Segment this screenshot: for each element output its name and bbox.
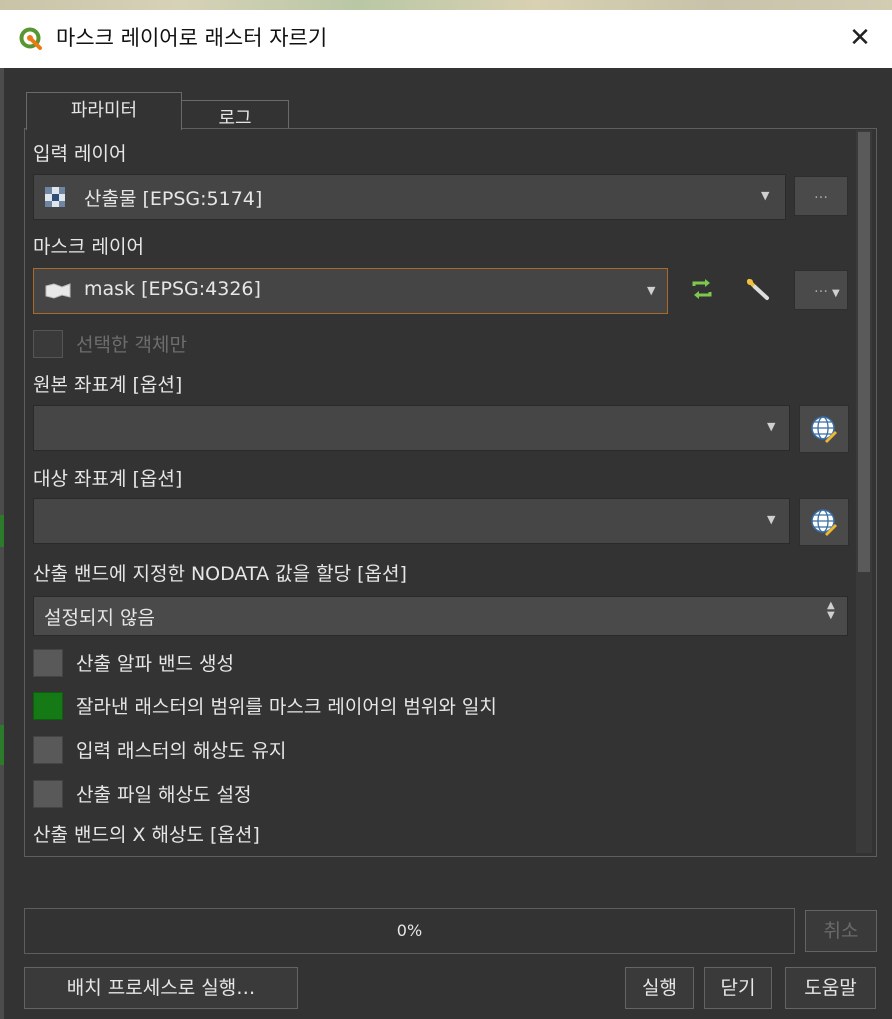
close-button[interactable]: 닫기 <box>704 967 772 1009</box>
alpha-band-label: 산출 알파 밴드 생성 <box>76 653 234 675</box>
target-crs-label: 대상 좌표계 [옵션] <box>33 468 183 490</box>
help-button[interactable]: 도움말 <box>785 967 876 1009</box>
spin-arrows-icon[interactable]: ▲ ▼ <box>827 601 835 621</box>
set-resolution-label: 산출 파일 해상도 설정 <box>76 784 252 806</box>
target-crs-combo[interactable]: ▼ <box>33 498 790 544</box>
selected-only-label: 선택한 객체만 <box>76 334 187 356</box>
mask-layer-value: mask [EPSG:4326] <box>84 278 261 300</box>
raster-layer-icon <box>45 187 65 207</box>
polygon-layer-icon <box>45 283 71 299</box>
title-bar: 마스크 레이어로 래스터 자르기 ✕ <box>0 0 892 68</box>
mask-layer-label: 마스크 레이어 <box>33 236 144 258</box>
chevron-down-icon: ▼ <box>767 420 776 433</box>
crop-to-cutline-label: 잘라낸 래스터의 범위를 마스크 레이어의 범위와 일치 <box>76 696 497 718</box>
crop-to-cutline-checkbox[interactable] <box>33 692 63 720</box>
run-as-batch-button[interactable]: 배치 프로세스로 실행… <box>24 967 298 1009</box>
mask-layer-browse-button[interactable]: … ▼ <box>794 270 848 310</box>
qgis-logo-icon <box>19 27 42 50</box>
input-layer-label: 입력 레이어 <box>33 143 127 165</box>
window-title: 마스크 레이어로 래스터 자르기 <box>56 26 328 50</box>
source-crs-combo[interactable]: ▼ <box>33 405 790 451</box>
input-layer-combo[interactable]: 산출물 [EPSG:5174] ▼ <box>33 174 786 220</box>
globe-icon <box>811 416 837 443</box>
set-resolution-checkbox[interactable] <box>33 780 63 808</box>
mask-layer-browse-label: … <box>814 280 828 296</box>
target-crs-select-button[interactable] <box>799 498 849 546</box>
background-map-strip <box>0 0 892 10</box>
source-crs-label: 원본 좌표계 [옵션] <box>33 374 183 396</box>
mask-layer-combo[interactable]: mask [EPSG:4326] ▼ <box>33 268 668 314</box>
keep-resolution-checkbox[interactable] <box>33 736 63 764</box>
run-button[interactable]: 실행 <box>625 967 694 1009</box>
nodata-value: 설정되지 않음 <box>44 607 155 629</box>
cancel-button[interactable]: 취소 <box>805 910 877 952</box>
chevron-down-icon: ▼ <box>767 513 776 526</box>
iterate-icon[interactable] <box>689 278 715 302</box>
chevron-down-icon: ▼ <box>647 284 656 297</box>
source-crs-select-button[interactable] <box>799 405 849 453</box>
left-edge-accent <box>0 515 4 547</box>
progress-bar: 0% <box>24 908 795 954</box>
chevron-down-icon: ▼ <box>832 288 840 299</box>
input-layer-browse-button[interactable]: … <box>794 176 848 216</box>
alpha-band-checkbox[interactable] <box>33 649 63 677</box>
keep-resolution-label: 입력 래스터의 해상도 유지 <box>76 740 287 762</box>
globe-icon <box>811 509 837 536</box>
wrench-icon[interactable] <box>745 278 771 302</box>
input-layer-value: 산출물 [EPSG:5174] <box>84 188 263 210</box>
nodata-label: 산출 밴드에 지정한 NODATA 값을 할당 [옵션] <box>33 563 407 585</box>
progress-text: 0% <box>396 921 423 940</box>
tab-parameters[interactable]: 파라미터 <box>26 92 182 130</box>
tab-log[interactable]: 로그 <box>181 100 289 129</box>
chevron-down-icon: ▼ <box>761 189 770 202</box>
scrollbar-thumb[interactable] <box>858 132 870 572</box>
x-resolution-label: 산출 밴드의 X 해상도 [옵션] <box>33 824 260 846</box>
close-window-button[interactable]: ✕ <box>844 22 876 54</box>
left-edge-accent <box>0 725 4 765</box>
selected-only-checkbox[interactable] <box>33 330 63 358</box>
nodata-spinbox[interactable]: 설정되지 않음 ▲ ▼ <box>33 596 848 636</box>
